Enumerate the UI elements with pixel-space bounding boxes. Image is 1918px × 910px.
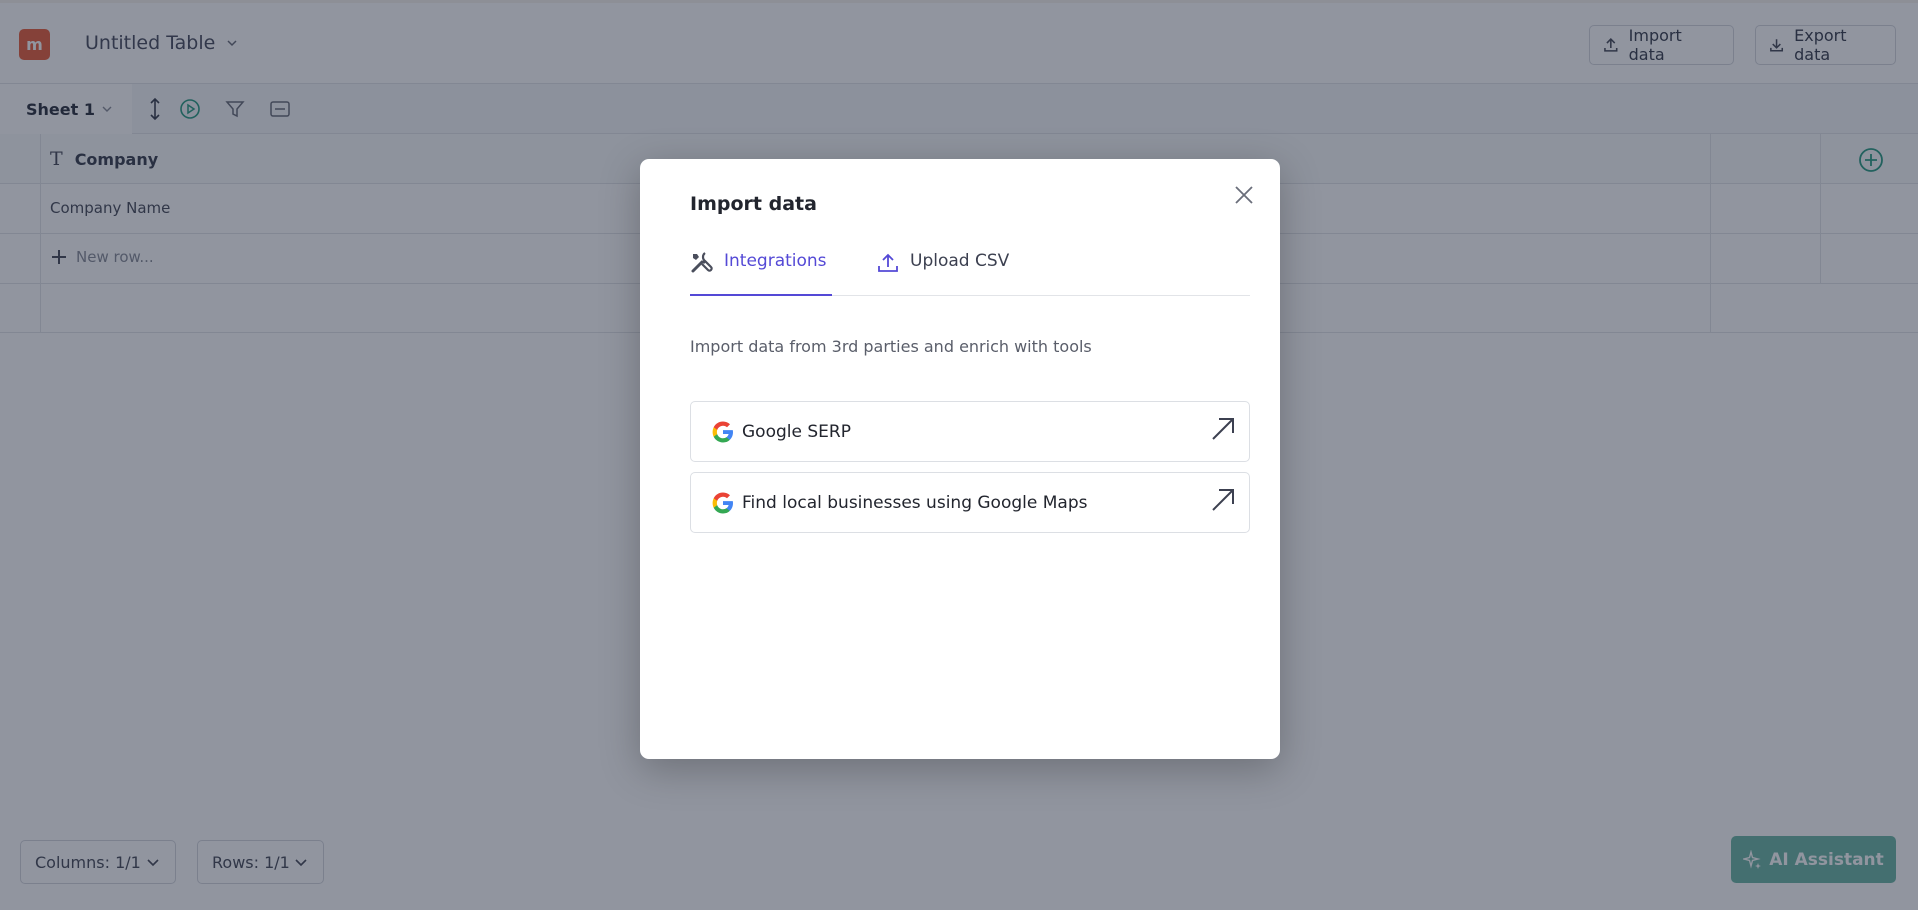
integration-google-serp[interactable]: Google SERP bbox=[690, 401, 1250, 462]
google-icon bbox=[712, 492, 733, 513]
integration-google-maps[interactable]: Find local businesses using Google Maps bbox=[690, 472, 1250, 533]
tab-integrations-label: Integrations bbox=[724, 251, 827, 271]
modal-title: Import data bbox=[690, 193, 817, 215]
close-button[interactable] bbox=[1232, 183, 1256, 207]
modal-description: Import data from 3rd parties and enrich … bbox=[690, 337, 1092, 356]
external-arrow-icon bbox=[1212, 418, 1234, 440]
integration-label: Find local businesses using Google Maps bbox=[742, 492, 1088, 513]
external-arrow-icon bbox=[1212, 489, 1234, 511]
close-icon bbox=[1235, 186, 1253, 204]
tab-integrations[interactable]: Integrations bbox=[690, 240, 832, 296]
import-data-modal: Import data Integrations Upload CSV Impo… bbox=[640, 159, 1280, 759]
upload-icon bbox=[878, 253, 898, 272]
tab-upload-csv[interactable]: Upload CSV bbox=[876, 240, 1026, 296]
tools-icon bbox=[691, 252, 713, 273]
import-tabs: Integrations Upload CSV bbox=[690, 240, 1250, 296]
integration-label: Google SERP bbox=[742, 421, 851, 442]
google-icon bbox=[712, 421, 733, 442]
tab-upload-csv-label: Upload CSV bbox=[910, 251, 1010, 271]
